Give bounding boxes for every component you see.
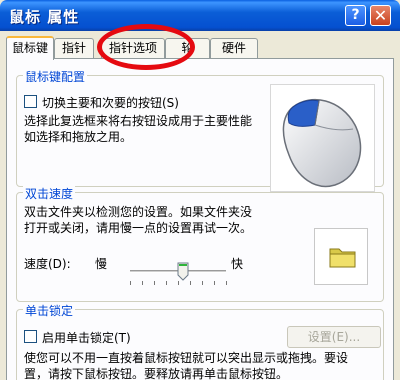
double-click-desc-1: 双击文件夹以检测您的设置。如果文件夹没	[24, 205, 253, 219]
click-lock-checkbox[interactable]	[24, 330, 37, 343]
window-title: 鼠标 属性	[9, 8, 80, 26]
title-bar: 鼠标 属性 ? ✕	[0, 0, 400, 31]
slider-tick	[214, 281, 215, 285]
slider-tick	[130, 281, 131, 285]
switch-buttons-label[interactable]: 切换主要和次要的按钮(S)	[42, 94, 179, 111]
mouse-illustration	[270, 84, 375, 192]
close-button[interactable]: ✕	[370, 5, 391, 26]
tab-hardware[interactable]: 硬件	[210, 38, 258, 58]
click-lock-label[interactable]: 启用单击锁定(T)	[42, 329, 131, 346]
slider-tick	[190, 281, 191, 285]
mouse-icon	[282, 99, 362, 188]
slider-tick	[202, 281, 203, 285]
double-click-title: 双击速度	[23, 185, 76, 202]
folder-icon	[329, 248, 356, 268]
switch-buttons-checkbox[interactable]	[24, 95, 37, 108]
slider-tick	[226, 281, 227, 285]
slider-tick	[142, 281, 143, 285]
slider-tick	[154, 281, 155, 285]
switch-buttons-desc-1: 选择此复选框来将右按钮设成用于主要性能	[24, 114, 253, 128]
fast-label: 快	[231, 257, 244, 271]
click-lock-desc-1: 使您可以不用一直按着鼠标按钮就可以突出显示或拖拽。要设	[24, 351, 349, 365]
slider-tick	[166, 281, 167, 285]
click-lock-desc-2: 置，请按下鼠标按钮。要释放请再单击鼠标按钮。	[24, 367, 289, 380]
double-click-desc-2: 打开或关闭，请用慢一点的设置再试一次。	[24, 221, 253, 235]
help-button[interactable]: ?	[345, 5, 366, 26]
annotation-circle	[97, 24, 195, 70]
click-lock-settings-button[interactable]: 设置(E)...	[287, 326, 381, 348]
tab-panel: 鼠标键配置 切换主要和次要的按钮(S) 选择此复选框来将右按钮设成用于主要性能 …	[6, 58, 394, 380]
tab-buttons[interactable]: 鼠标键	[6, 36, 54, 60]
slow-label: 慢	[95, 257, 108, 271]
speed-label: 速度(D):	[24, 257, 71, 271]
click-lock-title: 单击锁定	[23, 302, 76, 319]
double-click-group: 双击速度 双击文件夹以检测您的设置。如果文件夹没 打开或关闭，请用慢一点的设置再…	[16, 185, 384, 302]
button-config-group: 鼠标键配置 切换主要和次要的按钮(S) 选择此复选框来将右按钮设成用于主要性能 …	[16, 68, 384, 192]
click-lock-group: 单击锁定 启用单击锁定(T) 设置(E)... 使您可以不用一直按着鼠标按钮就可…	[16, 302, 384, 380]
switch-buttons-desc-2: 如选择和拖放之用。	[24, 130, 133, 144]
test-folder-area[interactable]	[314, 228, 368, 285]
speed-slider-thumb[interactable]	[177, 262, 189, 284]
tab-pointers[interactable]: 指针	[54, 38, 94, 58]
button-config-title: 鼠标键配置	[23, 68, 88, 85]
